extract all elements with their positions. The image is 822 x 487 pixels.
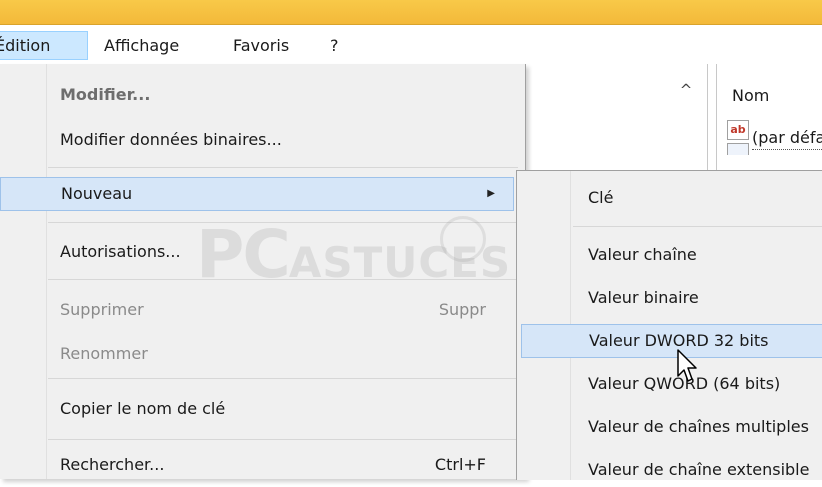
scroll-up-icon[interactable]: ^ xyxy=(674,78,698,102)
submenu-item-valeur-chaines-multiples[interactable]: Valeur de chaînes multiples xyxy=(517,410,822,444)
menu-item-modifier-binaire[interactable]: Modifier données binaires... xyxy=(0,123,514,157)
menu-item-renommer[interactable]: Renommer xyxy=(0,337,514,371)
submenu-item-valeur-chaine-extensible[interactable]: Valeur de chaîne extensible xyxy=(517,453,822,487)
submenu-item-valeur-dword[interactable]: Valeur DWORD 32 bits xyxy=(521,324,822,358)
mouse-cursor-icon xyxy=(677,349,697,382)
column-header-nom[interactable]: Nom xyxy=(732,86,769,105)
menu-separator xyxy=(48,378,518,379)
menu-item-nouveau[interactable]: Nouveau ▶ xyxy=(0,177,514,211)
binary-value-icon xyxy=(727,143,749,155)
submenu-item-cle[interactable]: Clé xyxy=(517,181,822,215)
menu-item-rechercher-label: Rechercher... xyxy=(60,455,165,474)
submenu-separator xyxy=(573,226,822,227)
menu-separator xyxy=(48,279,518,280)
menu-item-nouveau-label: Nouveau xyxy=(61,184,133,203)
submenu-item-valeur-qword[interactable]: Valeur QWORD (64 bits) xyxy=(517,367,822,401)
menu-affichage[interactable]: Affichage xyxy=(96,31,187,60)
menu-edition[interactable]: Édition xyxy=(0,31,88,60)
submenu-item-valeur-binaire[interactable]: Valeur binaire xyxy=(517,281,822,315)
menu-item-autorisations[interactable]: Autorisations... xyxy=(0,235,514,269)
menu-item-rechercher[interactable]: Rechercher... Ctrl+F xyxy=(0,448,514,482)
string-value-icon: ab xyxy=(727,120,749,140)
menu-item-supprimer-label: Supprimer xyxy=(60,300,144,319)
menu-item-copier-nom-cle[interactable]: Copier le nom de clé xyxy=(0,392,514,426)
menu-help[interactable]: ? xyxy=(322,31,347,60)
window-title-bar xyxy=(0,0,822,25)
edit-dropdown-menu: Modifier... Modifier données binaires...… xyxy=(0,64,526,479)
default-value-name[interactable]: (par défaut) xyxy=(752,128,822,150)
submenu-arrow-icon: ▶ xyxy=(487,188,495,199)
watermark-sun-icon xyxy=(440,216,486,262)
menu-separator xyxy=(48,167,518,168)
menu-item-modifier[interactable]: Modifier... xyxy=(0,78,514,112)
menu-separator xyxy=(48,439,518,440)
shortcut-ctrl-f: Ctrl+F xyxy=(434,455,486,474)
shortcut-suppr: Suppr xyxy=(438,300,486,319)
menu-bar: Édition Affichage Favoris ? xyxy=(0,25,822,64)
submenu-item-valeur-chaine[interactable]: Valeur chaîne xyxy=(517,238,822,272)
menu-favoris[interactable]: Favoris xyxy=(225,31,297,60)
menu-item-supprimer[interactable]: Supprimer Suppr xyxy=(0,293,514,327)
nouveau-submenu: Clé Valeur chaîne Valeur binaire Valeur … xyxy=(516,170,822,480)
